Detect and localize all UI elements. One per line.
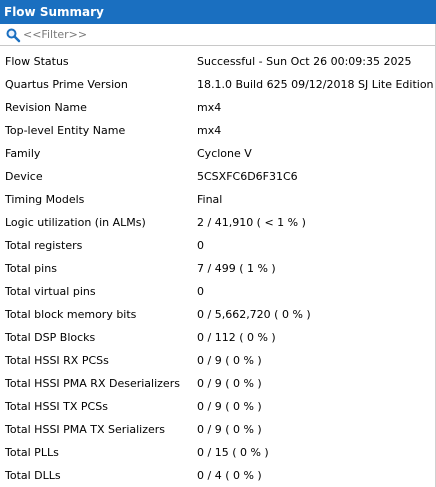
table-row[interactable]: Total pins 7 / 499 ( 1 % ) [0,257,436,280]
row-key: Total DLLs [5,469,61,482]
row-key: Total HSSI PMA RX Deserializers [5,377,180,390]
table-row[interactable]: Total block memory bits 0 / 5,662,720 ( … [0,303,436,326]
table-row[interactable]: Timing Models Final [0,188,436,211]
row-key: Total HSSI PMA TX Serializers [5,423,166,436]
row-key: Total HSSI TX PCSs [5,400,108,413]
row-key: Total pins [5,262,57,275]
row-value: 0 / 9 ( 0 % ) [197,423,262,436]
row-value: Final [197,193,223,206]
search-icon[interactable] [5,27,21,43]
table-row[interactable]: Revision Name mx4 [0,96,436,119]
row-value: 0 / 15 ( 0 % ) [197,446,269,459]
table-row[interactable]: Total HSSI PMA TX Serializers 0 / 9 ( 0 … [0,418,436,441]
summary-table: Flow Status Successful - Sun Oct 26 00:0… [0,50,436,487]
row-key: Family [5,147,41,160]
row-key: Total registers [5,239,83,252]
table-row[interactable]: Total HSSI TX PCSs 0 / 9 ( 0 % ) [0,395,436,418]
row-key: Device [5,170,43,183]
row-value: 0 [197,239,204,252]
row-value: 7 / 499 ( 1 % ) [197,262,276,275]
row-key: Top-level Entity Name [5,124,126,137]
row-value: 18.1.0 Build 625 09/12/2018 SJ Lite Edit… [197,78,434,91]
row-key: Flow Status [5,55,69,68]
row-value: 2 / 41,910 ( < 1 % ) [197,216,306,229]
table-row[interactable]: Device 5CSXFC6D6F31C6 [0,165,436,188]
table-row[interactable]: Family Cyclone V [0,142,436,165]
table-row[interactable]: Flow Status Successful - Sun Oct 26 00:0… [0,50,436,73]
table-row[interactable]: Total PLLs 0 / 15 ( 0 % ) [0,441,436,464]
table-row[interactable]: Total virtual pins 0 [0,280,436,303]
flow-summary-panel: Flow Summary Flow Status Successful - Su… [0,0,436,487]
table-row[interactable]: Total HSSI PMA RX Deserializers 0 / 9 ( … [0,372,436,395]
table-row[interactable]: Total registers 0 [0,234,436,257]
row-key: Total PLLs [5,446,59,459]
row-key: Total virtual pins [5,285,96,298]
row-value: 0 / 4 ( 0 % ) [197,469,262,482]
row-value: 0 / 9 ( 0 % ) [197,377,262,390]
table-row[interactable]: Top-level Entity Name mx4 [0,119,436,142]
row-value: mx4 [197,101,222,114]
filter-input[interactable] [23,25,423,44]
table-row[interactable]: Logic utilization (in ALMs) 2 / 41,910 (… [0,211,436,234]
row-key: Timing Models [5,193,85,206]
row-value: Cyclone V [197,147,252,160]
row-value: 0 / 112 ( 0 % ) [197,331,276,344]
row-key: Total DSP Blocks [5,331,96,344]
table-row[interactable]: Quartus Prime Version 18.1.0 Build 625 0… [0,73,436,96]
row-key: Logic utilization (in ALMs) [5,216,146,229]
row-value: 5CSXFC6D6F31C6 [197,170,298,183]
row-key: Total block memory bits [5,308,137,321]
panel-title: Flow Summary [0,0,436,24]
row-key: Total HSSI RX PCSs [5,354,109,367]
row-value: Successful - Sun Oct 26 00:09:35 2025 [197,55,412,68]
table-row[interactable]: Total HSSI RX PCSs 0 / 9 ( 0 % ) [0,349,436,372]
row-value: 0 / 5,662,720 ( 0 % ) [197,308,311,321]
row-value: 0 / 9 ( 0 % ) [197,400,262,413]
filter-bar [0,24,436,46]
row-key: Quartus Prime Version [5,78,128,91]
row-value: 0 / 9 ( 0 % ) [197,354,262,367]
table-row[interactable]: Total DLLs 0 / 4 ( 0 % ) [0,464,436,487]
row-value: mx4 [197,124,222,137]
row-value: 0 [197,285,204,298]
table-row[interactable]: Total DSP Blocks 0 / 112 ( 0 % ) [0,326,436,349]
row-key: Revision Name [5,101,87,114]
